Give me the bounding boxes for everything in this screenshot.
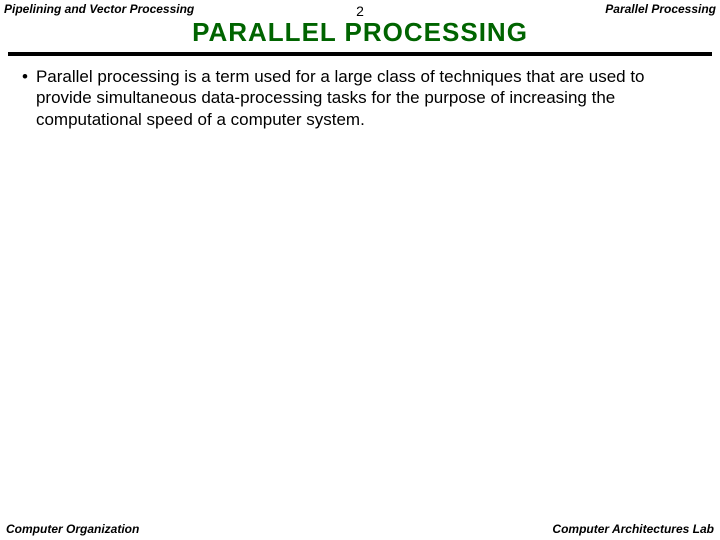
slide-title: PARALLEL PROCESSING: [0, 17, 720, 52]
bullet-dot-icon: •: [22, 66, 36, 130]
bullet-item: • Parallel processing is a term used for…: [22, 66, 698, 130]
footer-left: Computer Organization: [6, 522, 139, 536]
slide-footer: Computer Organization Computer Architect…: [0, 522, 720, 536]
header-topic-right: Parallel Processing: [364, 2, 716, 16]
header-topic-left: Pipelining and Vector Processing: [4, 2, 356, 16]
bullet-text: Parallel processing is a term used for a…: [36, 66, 698, 130]
slide-body: • Parallel processing is a term used for…: [0, 56, 720, 130]
footer-right: Computer Architectures Lab: [552, 522, 714, 536]
